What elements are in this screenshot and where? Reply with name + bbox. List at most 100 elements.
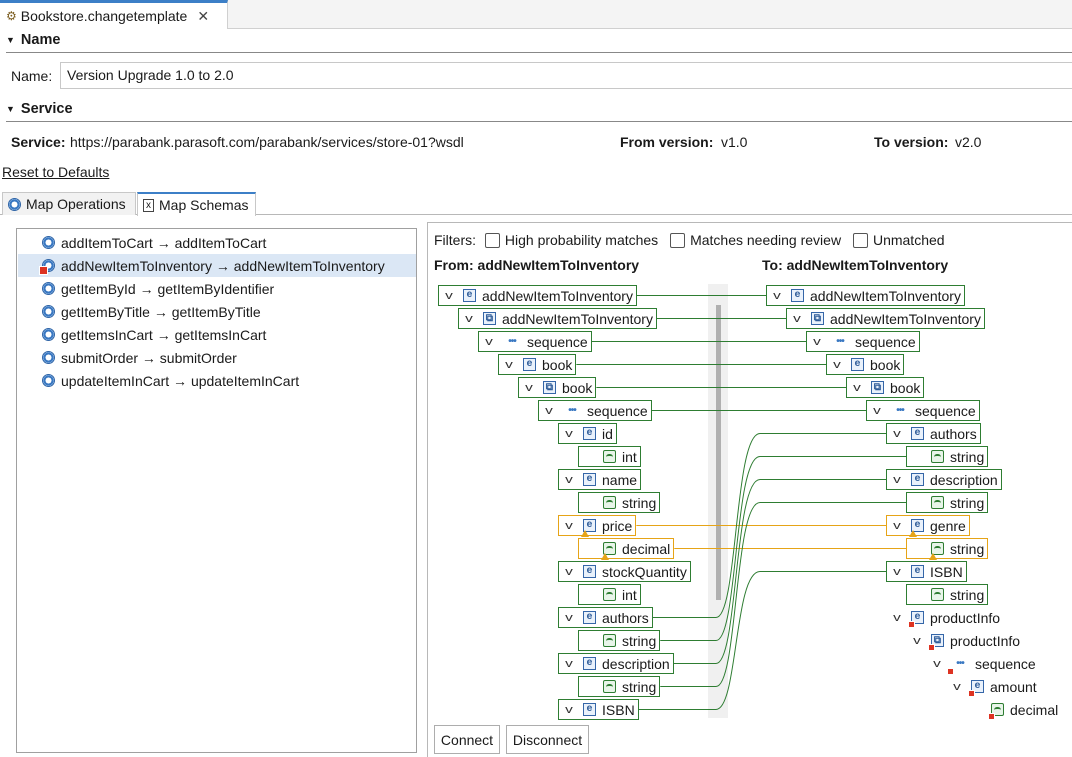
tree-node-box: v ⧉ productInfo: [906, 630, 1024, 651]
tree-node-decimal[interactable]: decimal: [578, 538, 675, 560]
chevron-down-icon[interactable]: v: [558, 566, 580, 578]
tree-node-string[interactable]: string: [906, 538, 989, 560]
chevron-down-icon[interactable]: v: [558, 474, 580, 486]
tree-node-authors[interactable]: v e authors: [558, 607, 653, 628]
tree-node-box: v ⧉ book: [846, 377, 925, 398]
tree-node-box: v e amount: [946, 676, 1041, 697]
element-icon: e: [911, 565, 924, 578]
tree-node-box: string: [578, 630, 661, 651]
tree-node-string[interactable]: string: [578, 676, 661, 697]
tree-node-string[interactable]: string: [906, 446, 989, 467]
tree-node-productinfo[interactable]: v ⧉ productInfo: [906, 630, 1024, 651]
tree-node-addnewitemtoinventory[interactable]: v ⧉ addNewItemToInventory: [786, 308, 985, 329]
sequence-icon: •••: [508, 336, 517, 347]
tree-node-id[interactable]: v e id: [558, 423, 617, 444]
chevron-down-icon[interactable]: v: [518, 382, 540, 394]
connect-button[interactable]: Connect: [434, 725, 500, 754]
tree-node-authors[interactable]: v e authors: [886, 423, 981, 444]
simple-type-icon: [601, 542, 616, 560]
chevron-down-icon[interactable]: v: [866, 405, 888, 417]
mapping-line[interactable]: [660, 502, 906, 687]
tree-node-box: v e book: [498, 354, 577, 375]
tree-node-description[interactable]: v e description: [886, 469, 1002, 490]
chevron-down-icon[interactable]: v: [826, 359, 848, 371]
chevron-down-icon[interactable]: v: [538, 405, 560, 417]
chevron-down-icon[interactable]: v: [558, 704, 580, 716]
tree-node-book[interactable]: v ⧉ book: [846, 377, 925, 398]
tree-node-productinfo[interactable]: v e productInfo: [886, 607, 1004, 628]
tree-node-addnewitemtoinventory[interactable]: v ⧉ addNewItemToInventory: [458, 308, 657, 329]
chevron-down-icon[interactable]: v: [946, 681, 968, 693]
tree-node-sequence[interactable]: v ••• sequence: [926, 653, 1040, 675]
tree-node-box: v ••• sequence: [806, 331, 920, 352]
chevron-down-icon[interactable]: v: [458, 313, 480, 325]
simple-type-icon: [929, 542, 944, 560]
tree-node-price[interactable]: v e price: [558, 515, 637, 537]
chevron-down-icon[interactable]: v: [886, 566, 908, 578]
chevron-down-icon[interactable]: v: [558, 658, 580, 670]
tree-node-book[interactable]: v e book: [826, 354, 905, 375]
tree-node-book[interactable]: v e book: [498, 354, 577, 375]
chevron-down-icon[interactable]: v: [558, 520, 580, 532]
simple-type-icon: [603, 588, 616, 601]
tree-node-genre[interactable]: v e genre: [886, 515, 970, 537]
tree-node-string[interactable]: string: [906, 492, 989, 513]
tree-node-box: v e addNewItemToInventory: [766, 285, 965, 306]
tree-node-box: string: [906, 584, 989, 605]
chevron-down-icon[interactable]: v: [786, 313, 808, 325]
tree-node-sequence[interactable]: v ••• sequence: [538, 400, 652, 421]
tree-node-name[interactable]: v e name: [558, 469, 642, 490]
tree-node-string[interactable]: string: [578, 630, 661, 651]
element-icon: e: [463, 289, 476, 302]
sequence-icon: •••: [947, 657, 969, 675]
tree-node-amount[interactable]: v e amount: [946, 676, 1041, 697]
element-icon: e: [909, 519, 924, 537]
chevron-down-icon[interactable]: v: [886, 520, 908, 532]
tree-node-addnewitemtoinventory[interactable]: v e addNewItemToInventory: [766, 285, 965, 306]
chevron-down-icon[interactable]: v: [438, 290, 460, 302]
tree-node-book[interactable]: v ⧉ book: [518, 377, 597, 398]
tree-node-label: name: [602, 471, 638, 488]
tree-node-isbn[interactable]: v e ISBN: [558, 699, 639, 720]
chevron-down-icon[interactable]: v: [846, 382, 868, 394]
tree-node-label: id: [602, 425, 613, 442]
tree-node-int[interactable]: int: [578, 584, 641, 605]
chevron-down-icon[interactable]: v: [886, 428, 908, 440]
tree-node-string[interactable]: string: [906, 584, 989, 605]
element-icon: e: [523, 358, 536, 371]
simple-type-icon: [931, 588, 944, 601]
tree-node-string[interactable]: string: [578, 492, 661, 513]
tree-node-box: v e authors: [886, 423, 981, 444]
tree-node-sequence[interactable]: v ••• sequence: [478, 331, 592, 352]
sequence-icon: •••: [568, 405, 577, 416]
element-icon: e: [911, 473, 924, 486]
chevron-down-icon[interactable]: v: [886, 612, 908, 624]
tree-node-box: v e id: [558, 423, 617, 444]
tree-node-box: v e ISBN: [886, 561, 967, 582]
chevron-down-icon[interactable]: v: [766, 290, 788, 302]
chevron-down-icon[interactable]: v: [478, 336, 500, 348]
complex-type-icon: ⧉: [928, 634, 944, 651]
complex-type-icon: ⧉: [543, 381, 556, 394]
error-badge-icon: [908, 621, 915, 628]
tree-node-label: string: [950, 494, 985, 511]
chevron-down-icon[interactable]: v: [558, 612, 580, 624]
tree-node-decimal[interactable]: decimal: [966, 699, 1062, 720]
chevron-down-icon[interactable]: v: [886, 474, 908, 486]
tree-node-description[interactable]: v e description: [558, 653, 674, 674]
tree-node-stockquantity[interactable]: v e stockQuantity: [558, 561, 691, 582]
tree-node-isbn[interactable]: v e ISBN: [886, 561, 967, 582]
chevron-down-icon[interactable]: v: [558, 428, 580, 440]
tree-node-int[interactable]: int: [578, 446, 641, 467]
tree-node-addnewitemtoinventory[interactable]: v e addNewItemToInventory: [438, 285, 637, 306]
chevron-down-icon[interactable]: v: [906, 635, 928, 647]
disconnect-button[interactable]: Disconnect: [506, 725, 589, 754]
tree-node-sequence[interactable]: v ••• sequence: [806, 331, 920, 352]
error-badge-icon: [947, 668, 954, 675]
tree-node-label: price: [602, 517, 633, 534]
simple-type-icon: [988, 703, 1004, 720]
chevron-down-icon[interactable]: v: [806, 336, 828, 348]
chevron-down-icon[interactable]: v: [926, 658, 948, 670]
tree-node-sequence[interactable]: v ••• sequence: [866, 400, 980, 421]
chevron-down-icon[interactable]: v: [498, 359, 520, 371]
